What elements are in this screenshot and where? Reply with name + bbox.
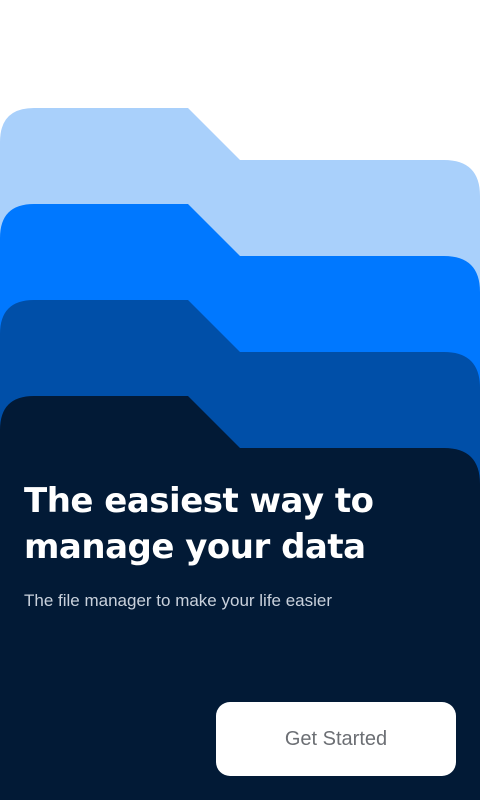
folder-stack-illustration [0, 108, 480, 800]
headline-line-2: manage your data [24, 527, 366, 567]
onboarding-screen: The easiest way to manage your data The … [0, 0, 480, 800]
get-started-button[interactable]: Get Started [216, 702, 456, 776]
subtitle: The file manager to make your life easie… [24, 591, 333, 610]
headline: The easiest way to manage your data [24, 478, 424, 570]
hero-content: The easiest way to manage your data The … [24, 478, 456, 613]
headline-line-1: The easiest way to [24, 481, 374, 521]
